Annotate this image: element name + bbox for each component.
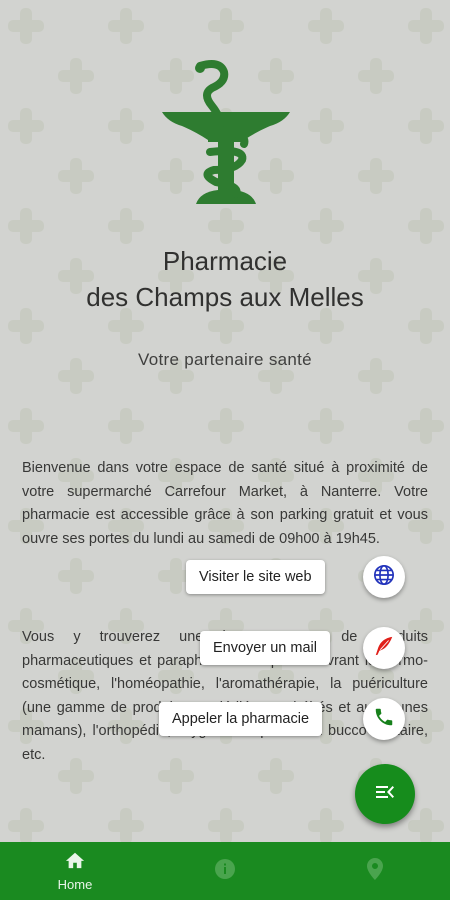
website-action-label[interactable]: Visiter le site web	[186, 560, 325, 594]
home-icon	[64, 850, 86, 875]
call-action-label[interactable]: Appeler la pharmacie	[159, 702, 323, 736]
mail-action-button[interactable]	[363, 627, 405, 669]
call-action-button[interactable]	[363, 698, 405, 740]
nav-item-info[interactable]	[150, 842, 300, 900]
bottom-navigation: Home	[0, 842, 450, 900]
feather-icon	[373, 635, 395, 662]
mail-action-label[interactable]: Envoyer un mail	[200, 631, 330, 665]
phone-icon	[373, 706, 395, 733]
globe-icon	[373, 564, 395, 591]
menu-close-icon	[373, 780, 397, 809]
website-action-button[interactable]	[363, 556, 405, 598]
info-icon	[213, 857, 237, 886]
speed-dial-fab[interactable]	[355, 764, 415, 824]
map-pin-icon	[365, 857, 385, 886]
nav-label-home: Home	[57, 877, 93, 892]
nav-item-home[interactable]: Home	[0, 842, 150, 900]
nav-item-map[interactable]	[300, 842, 450, 900]
